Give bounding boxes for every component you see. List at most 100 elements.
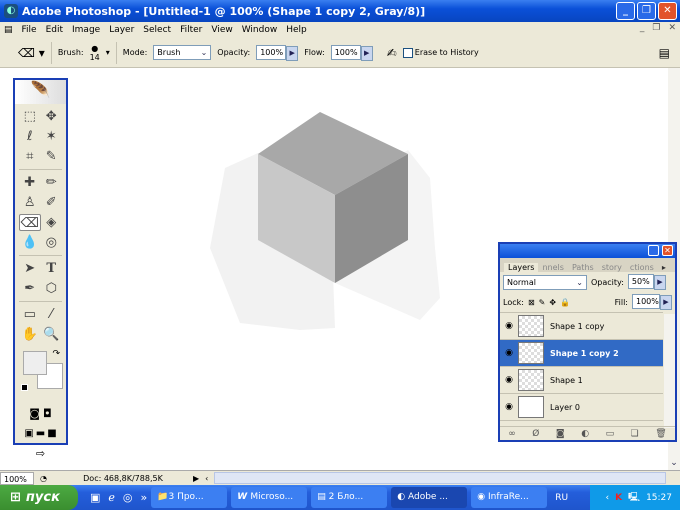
eraser-tool-icon[interactable]: ⌫ (19, 214, 41, 231)
task-folder[interactable]: 📁3 Про... (151, 487, 228, 508)
visibility-eye-icon[interactable]: ◉ (500, 375, 518, 385)
panel-minimize-button[interactable] (648, 245, 659, 256)
screen-mode-full-icon[interactable]: ■ (47, 428, 56, 439)
menu-help[interactable]: Help (286, 25, 307, 35)
doc-minimize-button[interactable]: _ (640, 23, 645, 33)
mode-select[interactable]: Brush ⌄ (153, 45, 212, 60)
more-icon[interactable]: » (141, 491, 148, 504)
tab-actions[interactable]: ctions (626, 263, 658, 272)
screen-mode-standard-icon[interactable]: ▣ (24, 428, 33, 439)
tray-expand-icon[interactable]: ‹ (605, 493, 609, 503)
lasso-tool-icon[interactable]: ℓ (19, 128, 41, 145)
close-button[interactable]: ✕ (658, 2, 677, 20)
layer-row-selected[interactable]: ◉ Shape 1 copy 2 (500, 340, 663, 367)
layer-opacity-slider-button[interactable]: ▶ (653, 275, 666, 290)
menu-view[interactable]: View (211, 25, 232, 35)
swap-colors-icon[interactable]: ↷ (52, 349, 60, 359)
default-colors-icon[interactable] (21, 384, 28, 391)
menu-edit[interactable]: Edit (46, 25, 63, 35)
kaspersky-icon[interactable]: K (615, 493, 622, 503)
dodge-tool-icon[interactable]: ◎ (41, 234, 63, 251)
hand-tool-icon[interactable]: ✋ (19, 326, 41, 343)
task-infrarecorder[interactable]: ◉ InfraRe... (471, 487, 548, 508)
clone-stamp-tool-icon[interactable]: ♙ (19, 194, 41, 211)
zoom-tool-icon[interactable]: 🔍 (41, 326, 63, 343)
erase-to-history-checkbox[interactable] (402, 47, 413, 58)
new-layer-icon[interactable]: ❏ (631, 429, 639, 439)
task-notepad[interactable]: ▤ 2 Бло... (311, 487, 388, 508)
new-group-icon[interactable]: ▭ (606, 429, 615, 439)
status-info-icon[interactable]: ◔ (40, 474, 47, 483)
layer-mask-icon[interactable]: ◙ (556, 429, 565, 439)
minimize-button[interactable]: _ (616, 2, 635, 20)
task-photoshop[interactable]: ◐ Adobe ... (391, 487, 468, 508)
jump-to-imageready-icon[interactable]: ⇨ (15, 447, 66, 460)
quick-mask-icon[interactable]: ◘ (43, 407, 52, 420)
brush-dropdown-icon[interactable]: ▾ (106, 48, 110, 57)
menu-window[interactable]: Window (242, 25, 278, 35)
fill-input[interactable]: 100% (632, 294, 660, 309)
feather-logo[interactable]: 🪶 (15, 80, 66, 104)
doc-close-button[interactable]: ✕ (668, 23, 676, 33)
brush-tool-icon[interactable]: ✏ (41, 174, 63, 191)
scroll-left-arrow[interactable]: ‹ (205, 474, 208, 483)
status-menu-arrow[interactable]: ▶ (193, 474, 199, 483)
history-brush-tool-icon[interactable]: ✐ (41, 194, 63, 211)
layer-style-icon[interactable]: Ø (532, 429, 539, 439)
brush-picker[interactable]: ● 14 (90, 44, 100, 62)
layer-row[interactable]: ◉ Shape 1 copy (500, 313, 663, 340)
lock-image-icon[interactable]: ✎ (539, 298, 546, 307)
lock-position-icon[interactable]: ✥ (549, 298, 556, 307)
menu-layer[interactable]: Layer (109, 25, 134, 35)
horizontal-scrollbar[interactable] (214, 472, 666, 484)
lock-transparency-icon[interactable]: ⊠ (528, 298, 535, 307)
tab-history[interactable]: story (598, 263, 626, 272)
adjustment-layer-icon[interactable]: ◐ (581, 429, 589, 439)
zoom-level-input[interactable]: 100% (0, 471, 34, 485)
link-icon[interactable]: ∞ (508, 429, 516, 439)
move-tool-icon[interactable]: ✥ (41, 108, 63, 125)
shape-tool-icon[interactable]: ⬡ (41, 280, 63, 297)
task-word[interactable]: W Microso... (231, 487, 308, 508)
blend-mode-select[interactable]: Normal ⌄ (503, 274, 587, 290)
screen-mode-full-menu-icon[interactable]: ▬ (36, 428, 45, 439)
start-button[interactable]: ⊞ пуск (0, 485, 78, 510)
menu-image[interactable]: Image (72, 25, 100, 35)
eraser-tool-preset-icon[interactable]: ⌫ ▾ (18, 46, 45, 60)
type-tool-icon[interactable]: T (41, 260, 63, 277)
marquee-tool-icon[interactable]: ⬚ (19, 108, 41, 125)
tab-paths[interactable]: Paths (568, 263, 598, 272)
menu-filter[interactable]: Filter (180, 25, 202, 35)
network-icon[interactable]: 🖳 (628, 490, 640, 506)
quicklaunch-icon[interactable]: ◎ (123, 491, 133, 504)
standard-mode-icon[interactable]: ◙ (29, 407, 40, 420)
show-desktop-icon[interactable]: ▣ (90, 491, 100, 504)
pen-tool-icon[interactable]: ✒ (19, 280, 41, 297)
flow-input[interactable]: 100% (330, 44, 361, 60)
notes-tool-icon[interactable]: ▭ (19, 306, 41, 323)
magic-wand-tool-icon[interactable]: ✶ (41, 128, 63, 145)
opacity-slider-button[interactable]: ▶ (286, 45, 299, 61)
maximize-button[interactable]: ❐ (637, 2, 656, 20)
layer-opacity-input[interactable]: 50% (627, 274, 654, 289)
lock-all-icon[interactable]: 🔒 (560, 298, 570, 307)
flow-slider-button[interactable]: ▶ (360, 45, 373, 61)
tab-layers[interactable]: Layers (504, 263, 539, 272)
panel-close-button[interactable]: ✕ (662, 245, 673, 256)
crop-tool-icon[interactable]: ⌗ (19, 148, 41, 165)
menu-file[interactable]: File (22, 25, 37, 35)
slice-tool-icon[interactable]: ✎ (41, 148, 63, 165)
layer-row[interactable]: ◉ Shape 1 (500, 367, 663, 394)
fill-slider-button[interactable]: ▶ (660, 295, 672, 310)
ie-icon[interactable]: ℯ (108, 491, 115, 504)
visibility-eye-icon[interactable]: ◉ (500, 402, 518, 412)
visibility-eye-icon[interactable]: ◉ (500, 348, 518, 358)
tab-channels[interactable]: nnels (538, 263, 567, 272)
healing-brush-tool-icon[interactable]: ✚ (19, 174, 41, 191)
path-selection-tool-icon[interactable]: ➤ (19, 260, 41, 277)
layer-row[interactable]: ◉ Layer 0 (500, 394, 663, 421)
language-indicator[interactable]: RU (555, 493, 568, 503)
airbrush-icon[interactable]: ✍ (387, 46, 397, 60)
delete-layer-icon[interactable]: 🗑 (655, 429, 666, 439)
opacity-input[interactable]: 100% (256, 44, 287, 60)
